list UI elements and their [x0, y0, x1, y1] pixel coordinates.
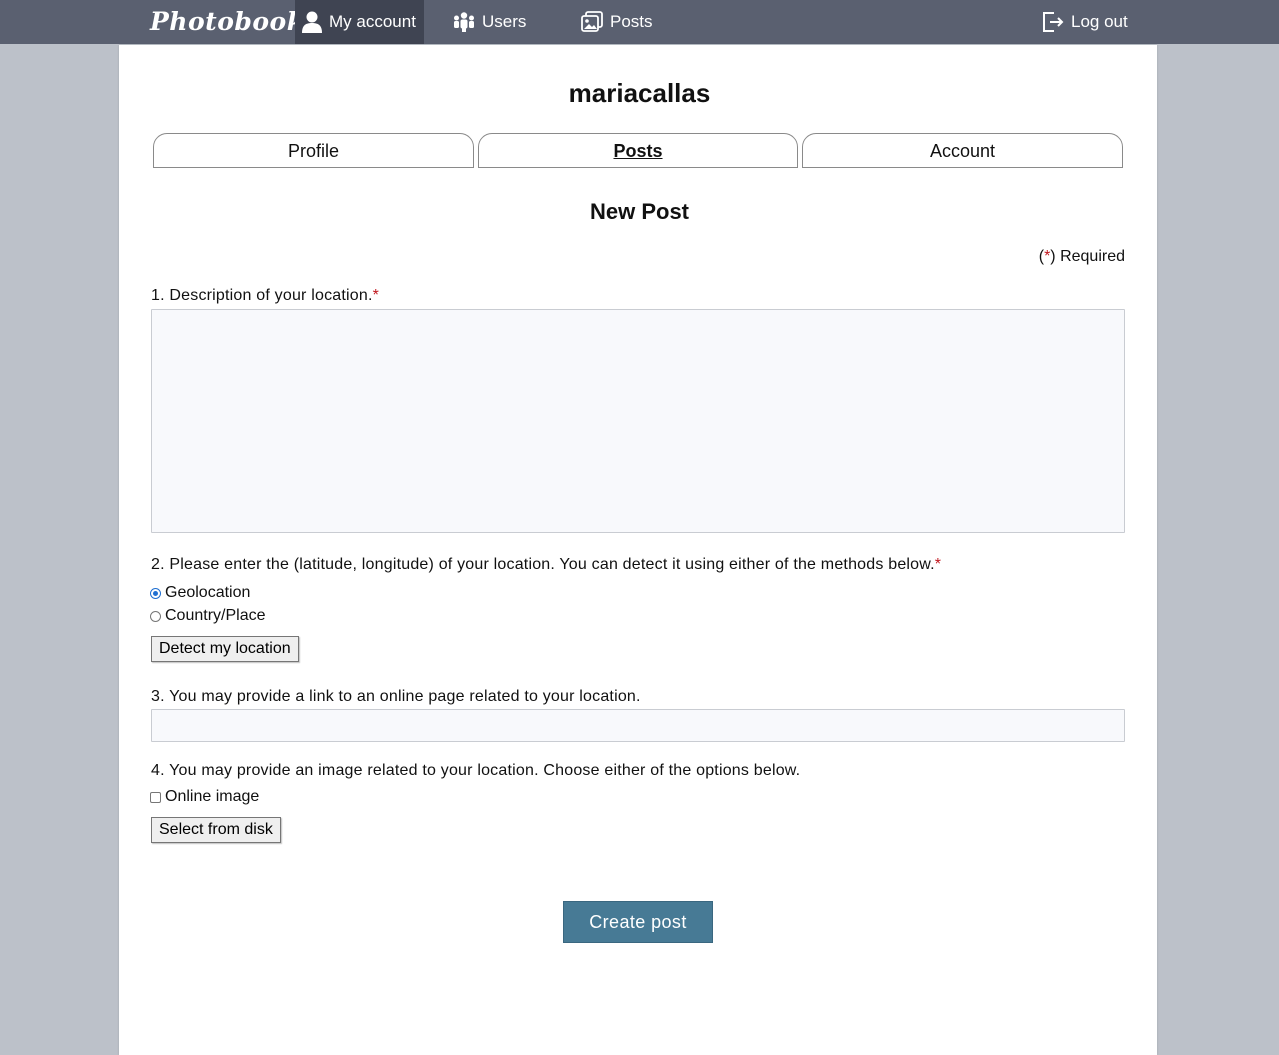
tab-profile[interactable]: Profile [153, 133, 474, 168]
nav-posts[interactable]: Posts [574, 0, 659, 44]
tab-posts[interactable]: Posts [478, 133, 798, 168]
radio-geolocation-control[interactable] [150, 587, 161, 599]
question-4-label: 4. You may provide an image related to y… [151, 762, 801, 779]
question-1-label: 1. Description of your location.* [151, 287, 380, 304]
profile-username: mariacallas [568, 78, 711, 108]
online-image-checkbox[interactable] [150, 791, 161, 803]
users-icon [452, 11, 476, 33]
form-heading: New Post [589, 199, 690, 224]
top-navbar: Photobook My account Users Posts Log out [0, 0, 1279, 44]
nav-users-label: Users [482, 12, 527, 31]
radio-geolocation[interactable]: Geolocation [150, 584, 250, 602]
nav-my-account-label: My account [329, 12, 416, 31]
images-icon [580, 11, 604, 33]
radio-country-place-control[interactable] [150, 610, 161, 622]
location-link-input[interactable] [151, 709, 1125, 742]
logout-icon [1041, 10, 1065, 34]
nav-my-account[interactable]: My account [295, 0, 424, 44]
nav-posts-label: Posts [610, 12, 653, 31]
required-note: (*) Required [1038, 248, 1125, 265]
nav-users[interactable]: Users [446, 0, 532, 44]
tab-account[interactable]: Account [802, 133, 1123, 168]
nav-logout[interactable]: Log out [1035, 0, 1134, 44]
user-icon [301, 10, 323, 34]
location-description-textarea[interactable] [151, 309, 1125, 533]
question-3-label: 3. You may provide a link to an online p… [151, 688, 641, 705]
question-2-label: 2. Please enter the (latitude, longitude… [151, 556, 942, 573]
create-post-button[interactable]: Create post [563, 901, 713, 943]
detect-location-button[interactable]: Detect my location [151, 636, 299, 662]
radio-country-place-label: Country/Place [165, 607, 266, 624]
radio-geolocation-label: Geolocation [165, 584, 251, 601]
brand-logo[interactable]: Photobook [150, 4, 305, 40]
online-image-option[interactable]: Online image [150, 788, 259, 806]
select-from-disk-button[interactable]: Select from disk [151, 817, 281, 843]
nav-logout-label: Log out [1071, 12, 1128, 31]
online-image-label: Online image [165, 788, 260, 805]
radio-country-place[interactable]: Country/Place [150, 607, 266, 625]
